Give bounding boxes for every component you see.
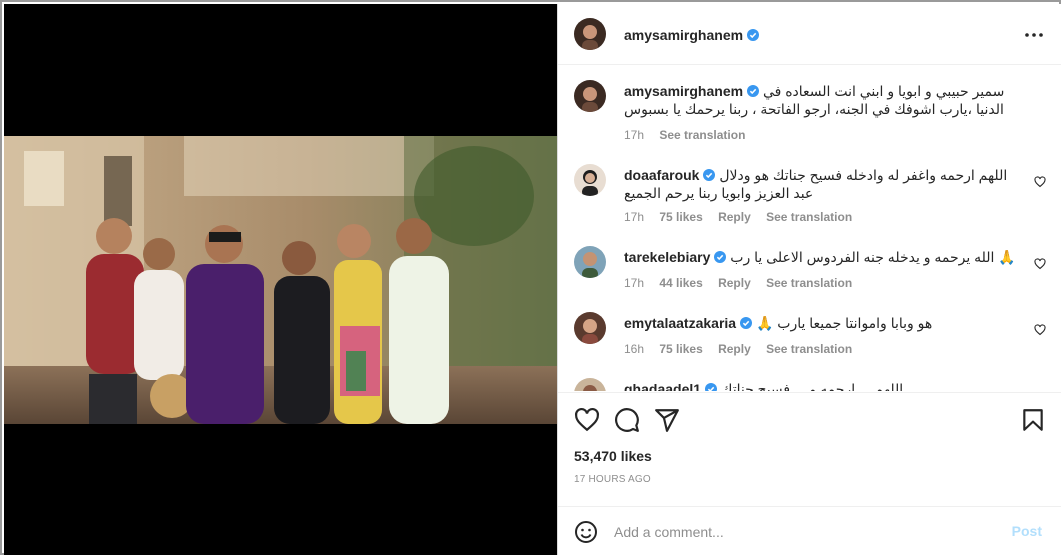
see-translation-link[interactable]: See translation bbox=[766, 210, 852, 224]
comment-username[interactable]: doaafarouk bbox=[624, 167, 699, 183]
comment-meta: 17h 75 likes Reply See translation bbox=[624, 210, 864, 224]
comment-text-block: emytalaatzakaria هو وبابا واموانتا جميعا… bbox=[624, 314, 1022, 332]
caption-text-block: amysamirghanem سمير حبيبي و ابويا و ابني… bbox=[624, 82, 1022, 118]
verified-icon bbox=[747, 85, 760, 97]
reply-button[interactable]: Reply bbox=[718, 276, 751, 290]
like-icon[interactable] bbox=[574, 407, 600, 433]
post-timestamp[interactable]: 17 HOURS AGO bbox=[574, 474, 651, 485]
commenter-avatar[interactable] bbox=[574, 246, 606, 278]
comment-meta: 17h 44 likes Reply See translation bbox=[624, 276, 864, 290]
caption-username[interactable]: amysamirghanem bbox=[624, 83, 743, 99]
comment-icon[interactable] bbox=[614, 407, 640, 433]
caption-meta: 17h See translation bbox=[624, 128, 757, 142]
verified-icon bbox=[714, 251, 727, 263]
caption-time: 17h bbox=[624, 128, 645, 142]
verified-icon bbox=[705, 383, 718, 391]
reply-button[interactable]: Reply bbox=[718, 342, 751, 356]
comment-time: 17h bbox=[624, 210, 645, 224]
commenter-avatar[interactable] bbox=[574, 378, 606, 391]
comment-likes[interactable]: 75 likes bbox=[659, 342, 702, 356]
see-translation-link[interactable]: See translation bbox=[659, 128, 745, 142]
author-username-text[interactable]: amysamirghanem bbox=[624, 27, 743, 43]
comment-like-icon[interactable] bbox=[1034, 258, 1046, 270]
author-username[interactable]: amysamirghanem bbox=[624, 27, 760, 43]
emoji-icon[interactable] bbox=[574, 520, 598, 544]
comment-username[interactable]: tarekelebiary bbox=[624, 249, 710, 265]
comments-list[interactable]: amysamirghanem سمير حبيبي و ابويا و ابني… bbox=[558, 66, 1061, 391]
comment-text: هو وبابا واموانتا جميعا يارب 🙏 bbox=[755, 315, 933, 331]
post-comment-button[interactable]: Post bbox=[1012, 523, 1042, 539]
reply-button[interactable]: Reply bbox=[718, 210, 751, 224]
comment-username[interactable]: emytalaatzakaria bbox=[624, 315, 736, 331]
comment-text-block: tarekelebiary 🙏 الله يرحمه و يدخله جنه ا… bbox=[624, 248, 1022, 266]
likes-count[interactable]: 53,470 likes bbox=[574, 448, 652, 464]
add-comment-input[interactable] bbox=[614, 521, 994, 543]
post-modal: amysamirghanem amysamirghanem سمير حبيبي… bbox=[0, 0, 1061, 555]
comment-meta: 16h 75 likes Reply See translation bbox=[624, 342, 864, 356]
see-translation-link[interactable]: See translation bbox=[766, 342, 852, 356]
commenter-avatar[interactable] bbox=[574, 164, 606, 196]
comment-like-icon[interactable] bbox=[1034, 324, 1046, 336]
comment-likes[interactable]: 75 likes bbox=[659, 210, 702, 224]
caption-avatar[interactable] bbox=[574, 80, 606, 112]
comment-text-block: doaafarouk اللهم ارحمه واغفر له وادخله ف… bbox=[624, 166, 1022, 202]
add-comment-bar: Post bbox=[558, 506, 1061, 555]
see-translation-link[interactable]: See translation bbox=[766, 276, 852, 290]
comment-like-icon[interactable] bbox=[1034, 176, 1046, 188]
comment-text: 🙏 الله يرحمه و يدخله جنه الفردوس الاعلى … bbox=[730, 249, 1016, 265]
commenter-avatar[interactable] bbox=[574, 312, 606, 344]
author-avatar[interactable] bbox=[574, 18, 606, 50]
post-media[interactable] bbox=[4, 4, 557, 555]
comment-likes[interactable]: 44 likes bbox=[659, 276, 702, 290]
verified-icon bbox=[747, 29, 760, 41]
comment-text-block: ghadaadel1 اللهم ... ارحمه و ... فسيح جن… bbox=[624, 380, 1022, 391]
post-sidebar: amysamirghanem amysamirghanem سمير حبيبي… bbox=[557, 4, 1061, 555]
bookmark-icon[interactable] bbox=[1020, 407, 1046, 433]
post-photo bbox=[4, 136, 557, 424]
more-options-icon[interactable] bbox=[1024, 26, 1044, 44]
post-header: amysamirghanem bbox=[558, 4, 1061, 65]
verified-icon bbox=[703, 169, 716, 181]
share-icon[interactable] bbox=[654, 407, 680, 433]
comment-text: اللهم ... ارحمه و ... فسيح جناتك bbox=[720, 381, 904, 391]
verified-icon bbox=[740, 317, 753, 329]
comment-time: 17h bbox=[624, 276, 645, 290]
comment-time: 16h bbox=[624, 342, 645, 356]
comment-username[interactable]: ghadaadel1 bbox=[624, 381, 701, 391]
post-actions bbox=[558, 392, 1061, 444]
